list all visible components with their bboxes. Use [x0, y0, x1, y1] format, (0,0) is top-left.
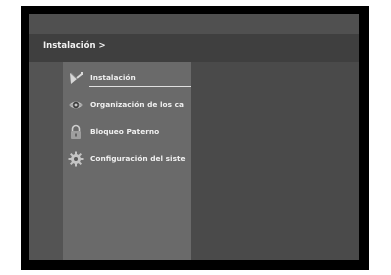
gear-icon: [68, 151, 84, 167]
menu-item-bloqueo-paterno[interactable]: Bloqueo Paterno: [63, 122, 191, 142]
menu-item-label: Bloqueo Paterno: [90, 127, 160, 136]
tv-frame: Instalación > Instalación Organización d…: [21, 6, 369, 270]
menu-item-label: Configuración del siste: [90, 154, 186, 163]
padlock-icon: [68, 124, 84, 140]
header-bar: Instalación >: [29, 34, 359, 62]
menu-item-instalacion[interactable]: Instalación: [63, 68, 191, 88]
menu-item-label: Organización de los ca: [90, 100, 184, 109]
breadcrumb: Instalación >: [43, 41, 106, 51]
satellite-dish-icon: [68, 70, 84, 86]
eye-icon: [68, 97, 84, 113]
content-area: [191, 62, 359, 260]
menu-item-organizacion[interactable]: Organización de los ca: [63, 95, 191, 115]
tv-screen: Instalación > Instalación Organización d…: [29, 14, 359, 260]
menu-panel: Instalación Organización de los ca Bloqu…: [63, 62, 191, 260]
menu-item-configuracion[interactable]: Configuración del siste: [63, 149, 191, 169]
left-margin: [29, 62, 63, 260]
menu-item-label: Instalación: [90, 73, 136, 82]
selection-underline: [89, 86, 191, 87]
